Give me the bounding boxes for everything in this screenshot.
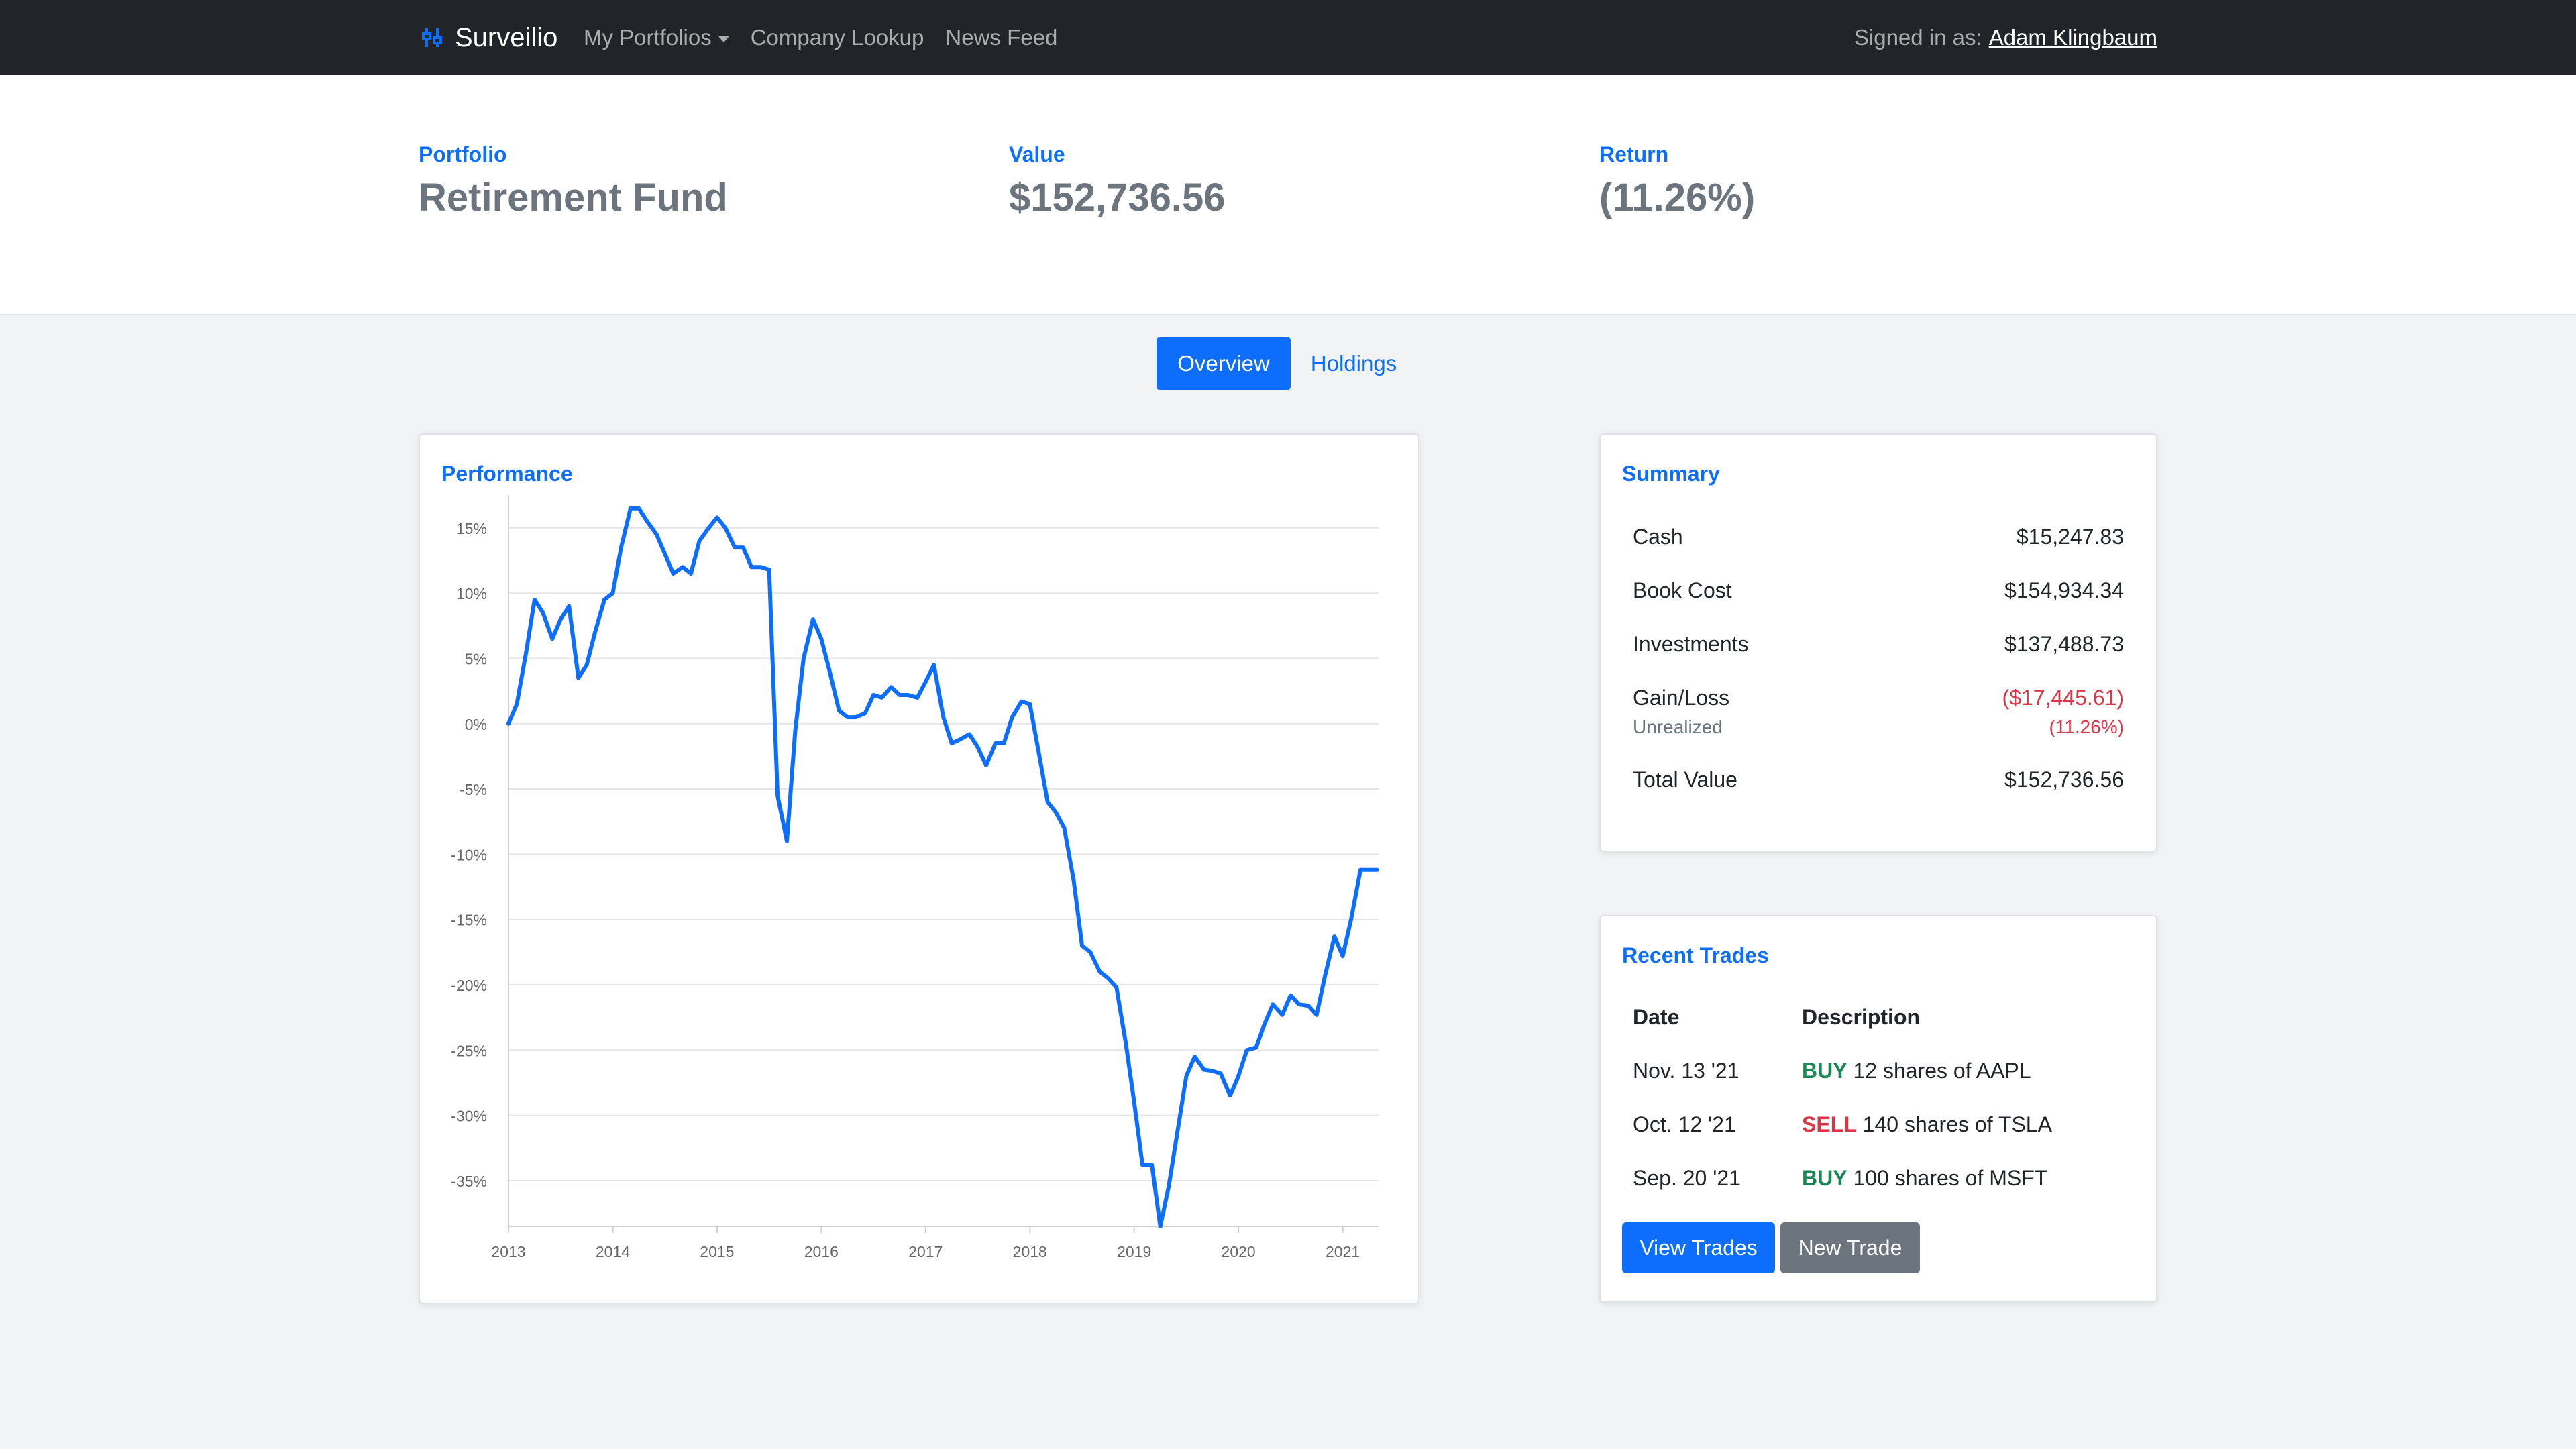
- nav-my-portfolios-label: My Portfolios: [584, 25, 712, 50]
- portfolio-name: Retirement Fund: [419, 176, 728, 219]
- y-tick-label: -30%: [451, 1108, 487, 1125]
- summary-row-cash: Cash $15,247.83: [1633, 525, 2124, 549]
- summary-row-unrealized: Unrealized (11.26%): [1633, 716, 2124, 738]
- summary-row-gain-loss: Gain/Loss ($17,445.61): [1633, 686, 2124, 710]
- series-line: [506, 506, 1379, 1228]
- tab-holdings[interactable]: Holdings: [1300, 337, 1407, 390]
- trade-description: BUY 12 shares of AAPL: [1802, 1059, 2031, 1083]
- nav-my-portfolios-dropdown[interactable]: My Portfolios: [584, 25, 729, 50]
- view-tabs: Overview Holdings: [0, 337, 2576, 390]
- signed-in-label: Signed in as:: [1854, 25, 1982, 50]
- summary-subvalue: (11.26%): [2049, 716, 2124, 737]
- x-tick-label: 2013: [491, 1243, 525, 1260]
- trade-description: BUY 100 shares of MSFT: [1802, 1166, 2047, 1191]
- summary-title: Summary: [1622, 462, 1720, 486]
- summary-value: $152,736.56: [2004, 767, 2124, 792]
- summary-row-investments: Investments $137,488.73: [1633, 632, 2124, 657]
- nav-news-feed[interactable]: News Feed: [945, 25, 1057, 50]
- trades-header-date: Date: [1633, 1005, 1680, 1029]
- recent-trades-card: Recent Trades Date Description Nov. 13 '…: [1599, 915, 2157, 1303]
- new-trade-button[interactable]: New Trade: [1780, 1222, 1920, 1273]
- x-tick-label: 2020: [1222, 1243, 1256, 1260]
- brand-link[interactable]: Surveilio: [419, 19, 557, 56]
- summary-value: $15,247.83: [2016, 525, 2124, 549]
- sliders-icon: [419, 24, 445, 51]
- trade-description: SELL 140 shares of TSLA: [1802, 1112, 2052, 1137]
- summary-row-total-value: Total Value $152,736.56: [1633, 767, 2124, 792]
- value-label: Value: [1009, 142, 1065, 166]
- trades-header-description: Description: [1802, 1005, 1921, 1029]
- y-tick-label: 10%: [456, 585, 487, 602]
- summary-value: $137,488.73: [2004, 632, 2124, 656]
- portfolio-label: Portfolio: [419, 142, 507, 166]
- summary-row-book-cost: Book Cost $154,934.34: [1633, 578, 2124, 603]
- trade-detail: 140 shares of TSLA: [1862, 1112, 2052, 1136]
- portfolio-header: Portfolio Retirement Fund Value $152,736…: [0, 75, 2576, 315]
- trade-date: Nov. 13 '21: [1633, 1059, 1739, 1083]
- trade-detail: 100 shares of MSFT: [1853, 1166, 2048, 1190]
- x-tick-label: 2017: [908, 1243, 943, 1260]
- summary-label: Total Value: [1633, 767, 1737, 792]
- tab-overview[interactable]: Overview: [1157, 337, 1291, 390]
- summary-card: Summary Cash $15,247.83 Book Cost $154,9…: [1599, 433, 2157, 852]
- y-tick-label: -15%: [451, 912, 487, 929]
- y-tick-label: -5%: [460, 781, 487, 798]
- trade-action: BUY: [1802, 1166, 1847, 1190]
- nav-company-lookup[interactable]: Company Lookup: [751, 25, 924, 50]
- trade-date: Sep. 20 '21: [1633, 1166, 1741, 1190]
- y-tick-label: 5%: [465, 651, 487, 668]
- signed-in-info: Signed in as: Adam Klingbaum: [1854, 0, 2157, 75]
- navbar-container: Surveilio My Portfolios Company Lookup N…: [419, 0, 2157, 75]
- portfolio-value: $152,736.56: [1009, 176, 1226, 219]
- summary-label: Book Cost: [1633, 578, 1732, 602]
- summary-label: Gain/Loss: [1633, 686, 1730, 710]
- top-navbar: Surveilio My Portfolios Company Lookup N…: [0, 0, 2576, 75]
- user-link[interactable]: Adam Klingbaum: [1989, 25, 2157, 50]
- y-tick-label: -35%: [451, 1173, 487, 1190]
- x-tick-label: 2021: [1326, 1243, 1360, 1260]
- trade-action: BUY: [1802, 1059, 1847, 1083]
- summary-value: ($17,445.61): [2002, 686, 2124, 710]
- x-tick-label: 2019: [1117, 1243, 1151, 1260]
- value-block: Value $152,736.56: [1009, 142, 1226, 220]
- y-tick-label: 0%: [465, 716, 487, 733]
- return-label: Return: [1599, 142, 1669, 166]
- caret-down-icon: [718, 36, 729, 42]
- trade-action: SELL: [1802, 1112, 1857, 1136]
- x-tick-label: 2015: [700, 1243, 734, 1260]
- trade-detail: 12 shares of AAPL: [1853, 1059, 2031, 1083]
- summary-sublabel: Unrealized: [1633, 716, 1723, 737]
- view-trades-button[interactable]: View Trades: [1622, 1222, 1775, 1273]
- portfolio-block: Portfolio Retirement Fund: [419, 142, 728, 220]
- y-tick-label: -10%: [451, 846, 487, 863]
- nav-links: My Portfolios Company Lookup News Feed: [584, 0, 1057, 75]
- summary-value: $154,934.34: [2004, 578, 2124, 602]
- x-tick-label: 2014: [596, 1243, 630, 1260]
- recent-trades-title: Recent Trades: [1622, 943, 1769, 967]
- return-block: Return (11.26%): [1599, 142, 1755, 220]
- y-tick-label: 15%: [456, 520, 487, 537]
- trade-date: Oct. 12 '21: [1633, 1112, 1736, 1136]
- y-tick-label: -25%: [451, 1042, 487, 1059]
- summary-label: Cash: [1633, 525, 1683, 549]
- x-tick-label: 2016: [804, 1243, 839, 1260]
- summary-label: Investments: [1633, 632, 1749, 656]
- performance-card: Performance 15% 10% 5% 0% -5% -10% -15% -20% -25…: [419, 433, 1419, 1304]
- portfolio-return: (11.26%): [1599, 176, 1756, 219]
- performance-chart: 15% 10% 5% 0% -5% -10% -15% -20% -25% -30% -35% 201…: [451, 495, 1379, 1260]
- y-tick-label: -20%: [451, 977, 487, 994]
- brand-name: Surveilio: [455, 22, 558, 52]
- x-tick-label: 2018: [1013, 1243, 1047, 1260]
